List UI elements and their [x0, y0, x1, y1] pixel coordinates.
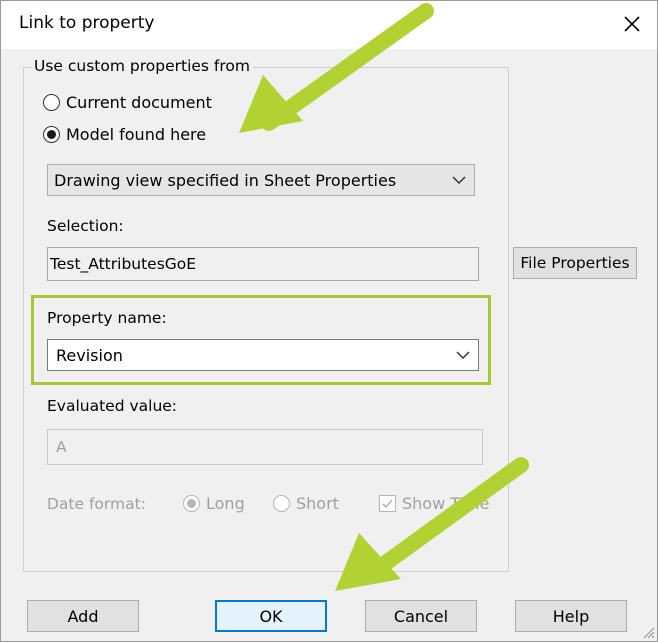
- radio-circle: [43, 94, 60, 111]
- dropdown-value: Drawing view specified in Sheet Properti…: [54, 170, 397, 190]
- date-format-label: Date format:: [47, 495, 146, 513]
- chevron-down-icon: [456, 351, 470, 360]
- selection-label: Selection:: [47, 217, 124, 235]
- radio-label: Long: [206, 494, 245, 513]
- resize-grip-icon[interactable]: [639, 623, 655, 639]
- add-button[interactable]: Add: [27, 600, 139, 632]
- radio-circle: [183, 495, 200, 512]
- check-icon: [382, 499, 393, 509]
- dialog-title: Link to property: [19, 13, 155, 33]
- ok-button[interactable]: OK: [215, 600, 327, 632]
- group-legend: Use custom properties from: [31, 57, 253, 75]
- title-bar: Link to property: [1, 1, 657, 49]
- selection-value: Test_AttributesGoE: [50, 255, 197, 273]
- radio-label: Current document: [66, 93, 212, 112]
- property-name-dropdown[interactable]: Revision: [47, 339, 479, 371]
- radio-label: Short: [296, 494, 339, 513]
- close-icon: [624, 16, 640, 32]
- close-button[interactable]: [617, 9, 647, 39]
- help-button[interactable]: Help: [515, 600, 627, 632]
- property-name-value: Revision: [56, 345, 123, 365]
- radio-current-document[interactable]: Current document: [43, 93, 212, 112]
- evaluated-value: A: [56, 438, 67, 456]
- radio-long[interactable]: Long: [183, 494, 245, 513]
- evaluated-value-field: A: [47, 429, 483, 465]
- property-name-label: Property name:: [47, 309, 167, 327]
- radio-short[interactable]: Short: [273, 494, 339, 513]
- radio-model-found-here[interactable]: Model found here: [43, 125, 206, 144]
- chevron-down-icon: [452, 176, 466, 185]
- radio-label: Model found here: [66, 125, 207, 144]
- link-to-property-dialog: Link to property Use custom properties f…: [0, 0, 658, 642]
- radio-circle: [43, 126, 60, 143]
- model-source-dropdown[interactable]: Drawing view specified in Sheet Properti…: [47, 164, 475, 196]
- checkbox-box: [379, 495, 396, 512]
- show-time-checkbox[interactable]: Show Time: [379, 494, 489, 513]
- radio-circle: [273, 495, 290, 512]
- file-properties-button[interactable]: File Properties: [513, 247, 637, 279]
- evaluated-value-label: Evaluated value:: [47, 397, 178, 415]
- cancel-button[interactable]: Cancel: [365, 600, 477, 632]
- selection-field: Test_AttributesGoE: [47, 247, 479, 281]
- checkbox-label: Show Time: [402, 494, 490, 513]
